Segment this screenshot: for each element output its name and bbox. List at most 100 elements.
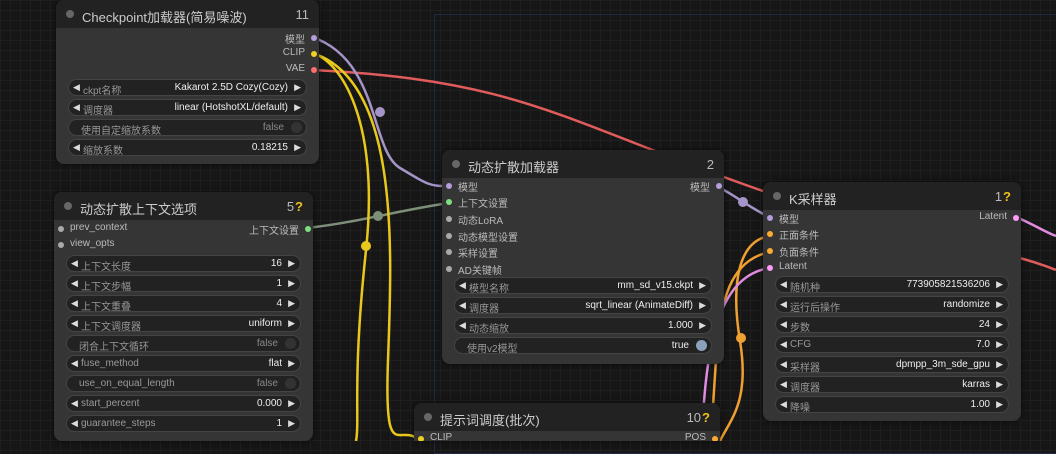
widget-context-stride[interactable]: ◀ 上下文步幅 1 ▶ [66, 275, 301, 293]
widget-control-after-generate[interactable]: ◀ 运行后操作 randomize ▶ [775, 296, 1009, 314]
node-header[interactable]: K采样器 1? [763, 182, 1021, 210]
increment-arrow-icon[interactable]: ▶ [699, 320, 706, 331]
toggle-closed-loop[interactable]: 闭合上下文循环 false [66, 335, 301, 353]
prompt-schedule-node[interactable]: 提示词调度(批次) 10? CLIP POS [414, 403, 720, 441]
output-slot-clip[interactable]: CLIP [283, 47, 319, 63]
increment-arrow-icon[interactable]: ▶ [288, 278, 295, 289]
widget-motion-scale[interactable]: ◀ 动态缩放 1.000 ▶ [454, 317, 712, 335]
decrement-arrow-icon[interactable]: ◀ [73, 142, 80, 153]
increment-arrow-icon[interactable]: ▶ [288, 318, 295, 329]
widget-fuse-method[interactable]: ◀ fuse_method flat ▶ [66, 355, 301, 372]
collapse-dot-icon[interactable] [64, 202, 72, 210]
decrement-arrow-icon[interactable]: ◀ [780, 339, 787, 350]
widget-sampler-name[interactable]: ◀ 采样器 dpmpp_3m_sde_gpu ▶ [775, 356, 1009, 374]
decrement-arrow-icon[interactable]: ◀ [780, 299, 787, 310]
output-slot-latent[interactable]: Latent [979, 211, 1021, 227]
output-slot-context[interactable]: 上下文设置 [249, 222, 313, 238]
widget-cfg[interactable]: ◀ CFG 7.0 ▶ [775, 336, 1009, 353]
widget-beta-schedule[interactable]: ◀ 调度器 sqrt_linear (AnimateDiff) ▶ [454, 297, 712, 315]
decrement-arrow-icon[interactable]: ◀ [459, 300, 466, 311]
checkpoint-loader-node[interactable]: Checkpoint加载器(简易噪波) 11 模型 CLIP VAE ◀ ckp… [56, 0, 319, 164]
decrement-arrow-icon[interactable]: ◀ [71, 418, 78, 429]
increment-arrow-icon[interactable]: ▶ [996, 339, 1003, 350]
collapse-dot-icon[interactable] [424, 413, 432, 421]
decrement-arrow-icon[interactable]: ◀ [73, 82, 80, 93]
decrement-arrow-icon[interactable]: ◀ [71, 358, 78, 369]
decrement-arrow-icon[interactable]: ◀ [71, 398, 78, 409]
increment-arrow-icon[interactable]: ▶ [288, 298, 295, 309]
decrement-arrow-icon[interactable]: ◀ [73, 102, 80, 113]
widget-guarantee-steps[interactable]: ◀ guarantee_steps 1 ▶ [66, 415, 301, 432]
increment-arrow-icon[interactable]: ▶ [699, 280, 706, 291]
node-header[interactable]: 动态扩散上下文选项 5? [54, 192, 313, 220]
input-slot-model[interactable]: 模型 [444, 179, 478, 195]
input-slot-negative[interactable]: 负面条件 [765, 244, 819, 260]
toggle-knob-icon[interactable] [696, 340, 707, 351]
collapse-dot-icon[interactable] [66, 10, 74, 18]
output-slot-model[interactable]: 模型 [690, 179, 724, 195]
decrement-arrow-icon[interactable]: ◀ [459, 280, 466, 291]
decrement-arrow-icon[interactable]: ◀ [71, 298, 78, 309]
decrement-arrow-icon[interactable]: ◀ [459, 320, 466, 331]
output-slot-vae[interactable]: VAE [286, 63, 319, 79]
widget-context-overlap[interactable]: ◀ 上下文重叠 4 ▶ [66, 295, 301, 313]
widget-ckpt-name[interactable]: ◀ ckpt名称 Kakarot 2.5D Cozy(Cozy) ▶ [68, 79, 307, 97]
node-header[interactable]: 提示词调度(批次) 10? [414, 403, 720, 431]
output-slot-pos[interactable]: POS [685, 432, 720, 441]
input-slot-sample-settings[interactable]: 采样设置 [444, 245, 498, 261]
decrement-arrow-icon[interactable]: ◀ [780, 319, 787, 330]
widget-start-percent[interactable]: ◀ start_percent 0.000 ▶ [66, 395, 301, 412]
increment-arrow-icon[interactable]: ▶ [288, 258, 295, 269]
toggle-custom-scale[interactable]: 使用自定缩放系数 false [68, 119, 307, 137]
output-slot-model[interactable]: 模型 [285, 31, 319, 47]
widget-denoise[interactable]: ◀ 降噪 1.00 ▶ [775, 396, 1009, 414]
decrement-arrow-icon[interactable]: ◀ [780, 359, 787, 370]
ksampler-node[interactable]: K采样器 1? 模型 正面条件 负面条件 Latent Latent ◀ 随机种… [763, 182, 1021, 421]
input-slot-ad-keyframes[interactable]: AD关键帧 [444, 262, 502, 278]
collapse-dot-icon[interactable] [452, 160, 460, 168]
increment-arrow-icon[interactable]: ▶ [996, 279, 1003, 290]
input-slot-positive[interactable]: 正面条件 [765, 227, 819, 243]
input-slot-latent[interactable]: Latent [765, 261, 807, 277]
increment-arrow-icon[interactable]: ▶ [996, 379, 1003, 390]
input-slot-clip[interactable]: CLIP [416, 432, 452, 441]
widget-context-length[interactable]: ◀ 上下文长度 16 ▶ [66, 255, 301, 273]
input-slot-prev-context[interactable]: prev_context [56, 222, 127, 238]
collapse-dot-icon[interactable] [773, 192, 781, 200]
increment-arrow-icon[interactable]: ▶ [996, 399, 1003, 410]
increment-arrow-icon[interactable]: ▶ [294, 142, 301, 153]
node-header[interactable]: 动态扩散加载器 2 [442, 150, 724, 178]
widget-scheduler[interactable]: ◀ 调度器 karras ▶ [775, 376, 1009, 394]
animatediff-loader-node[interactable]: 动态扩散加载器 2 模型 上下文设置 动态LoRA 动态模型设置 采样设置 AD… [442, 150, 724, 364]
increment-arrow-icon[interactable]: ▶ [294, 82, 301, 93]
input-slot-view-opts[interactable]: view_opts [56, 238, 114, 254]
increment-arrow-icon[interactable]: ▶ [288, 418, 295, 429]
decrement-arrow-icon[interactable]: ◀ [780, 399, 787, 410]
context-options-node[interactable]: 动态扩散上下文选项 5? prev_context view_opts 上下文设… [54, 192, 313, 441]
increment-arrow-icon[interactable]: ▶ [294, 102, 301, 113]
input-slot-model[interactable]: 模型 [765, 211, 799, 227]
decrement-arrow-icon[interactable]: ◀ [780, 379, 787, 390]
increment-arrow-icon[interactable]: ▶ [699, 300, 706, 311]
decrement-arrow-icon[interactable]: ◀ [71, 278, 78, 289]
decrement-arrow-icon[interactable]: ◀ [71, 258, 78, 269]
toggle-knob-icon[interactable] [285, 378, 296, 389]
widget-scheduler[interactable]: ◀ 调度器 linear (HotshotXL/default) ▶ [68, 99, 307, 117]
increment-arrow-icon[interactable]: ▶ [288, 398, 295, 409]
toggle-knob-icon[interactable] [291, 122, 302, 133]
widget-context-scheduler[interactable]: ◀ 上下文调度器 uniform ▶ [66, 315, 301, 333]
widget-seed[interactable]: ◀ 随机种 773905821536206 ▶ [775, 276, 1009, 294]
decrement-arrow-icon[interactable]: ◀ [780, 279, 787, 290]
widget-model-name[interactable]: ◀ 模型名称 mm_sd_v15.ckpt ▶ [454, 277, 712, 295]
increment-arrow-icon[interactable]: ▶ [996, 319, 1003, 330]
increment-arrow-icon[interactable]: ▶ [996, 299, 1003, 310]
input-slot-motion-lora[interactable]: 动态LoRA [444, 212, 503, 228]
node-graph-canvas[interactable]: Checkpoint加载器(简易噪波) 11 模型 CLIP VAE ◀ ckp… [0, 0, 1056, 454]
widget-steps[interactable]: ◀ 步数 24 ▶ [775, 316, 1009, 334]
input-slot-context[interactable]: 上下文设置 [444, 195, 508, 211]
increment-arrow-icon[interactable]: ▶ [288, 358, 295, 369]
node-header[interactable]: Checkpoint加载器(简易噪波) 11 [56, 0, 319, 28]
decrement-arrow-icon[interactable]: ◀ [71, 318, 78, 329]
toggle-knob-icon[interactable] [285, 338, 296, 349]
toggle-use-on-equal-length[interactable]: use_on_equal_length false [66, 375, 301, 392]
